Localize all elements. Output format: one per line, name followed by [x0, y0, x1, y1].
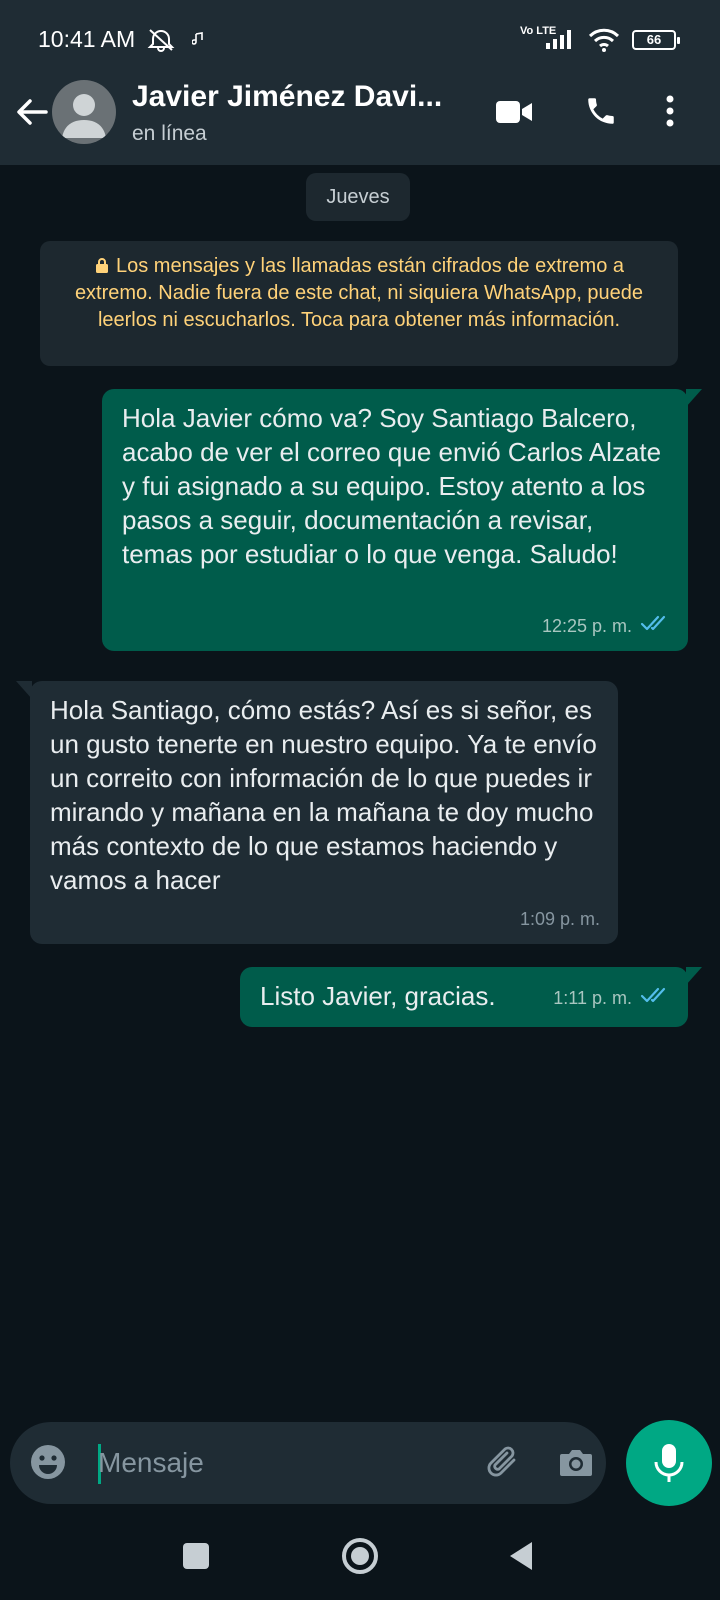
chat-header: Javier Jiménez Davi... en línea — [0, 80, 720, 165]
chat-area[interactable]: Jueves Los mensajes y las llamadas están… — [0, 165, 720, 1420]
home-circle-icon[interactable] — [338, 1534, 382, 1578]
attach-icon[interactable] — [484, 1442, 524, 1482]
message-time: 1:11 p. m. — [553, 988, 632, 1008]
signal-icon — [544, 28, 576, 55]
wifi-icon — [588, 28, 620, 57]
message-time: 1:09 p. m. — [519, 909, 600, 929]
message-meta: 12:25 p. m. — [542, 609, 670, 643]
phone-icon[interactable] — [584, 94, 618, 133]
message-text: Hola Santiago, cómo estás? Así es si señ… — [50, 695, 597, 895]
read-receipt-icon — [640, 609, 670, 643]
status-time: 10:41 AM — [38, 26, 136, 52]
contact-status: en línea — [132, 122, 207, 145]
back-triangle-icon[interactable] — [500, 1534, 544, 1578]
message-bubble-outgoing[interactable]: Hola Javier cómo va? Soy Santiago Balcer… — [102, 389, 702, 651]
message-meta: 1:11 p. m. — [553, 981, 670, 1015]
lock-icon — [94, 254, 110, 273]
more-vert-icon[interactable] — [664, 94, 676, 133]
message-input[interactable] — [98, 1440, 458, 1486]
back-arrow-icon[interactable] — [12, 92, 52, 132]
message-meta: 1:09 p. m. — [520, 902, 600, 936]
battery-icon: 66 — [632, 30, 680, 50]
encryption-notice[interactable]: Los mensajes y las llamadas están cifrad… — [40, 241, 678, 366]
recents-square-icon[interactable] — [174, 1534, 218, 1578]
bubble-tail — [686, 389, 702, 407]
message-time: 12:25 p. m. — [541, 616, 632, 636]
date-chip: Jueves — [306, 173, 410, 221]
mic-button[interactable] — [626, 1420, 712, 1506]
avatar-icon[interactable] — [52, 80, 116, 144]
bubble-tail — [16, 681, 32, 699]
music-icon — [191, 32, 204, 51]
message-composer — [10, 1422, 606, 1504]
alarm-off-icon — [146, 28, 176, 57]
emoji-icon[interactable] — [28, 1442, 68, 1482]
video-call-icon[interactable] — [494, 98, 534, 131]
status-bar: 10:41 AM Vo LTE 66 — [0, 0, 720, 80]
encryption-notice-text: Los mensajes y las llamadas están cifrad… — [74, 255, 644, 331]
read-receipt-icon — [640, 981, 670, 1015]
message-bubble-outgoing[interactable]: Listo Javier, gracias. 1:11 p. m. — [240, 967, 702, 1027]
contact-name[interactable]: Javier Jiménez Davi... — [132, 80, 462, 114]
mic-icon — [654, 1444, 684, 1482]
camera-icon[interactable] — [556, 1442, 596, 1482]
system-nav-bar — [0, 1512, 720, 1600]
top-bar: 10:41 AM Vo LTE 66 Javier Jiménez Davi..… — [0, 0, 720, 165]
bubble-tail — [686, 967, 702, 985]
message-bubble-incoming[interactable]: Hola Santiago, cómo estás? Así es si señ… — [16, 681, 618, 944]
message-text: Hola Javier cómo va? Soy Santiago Balcer… — [122, 403, 662, 569]
